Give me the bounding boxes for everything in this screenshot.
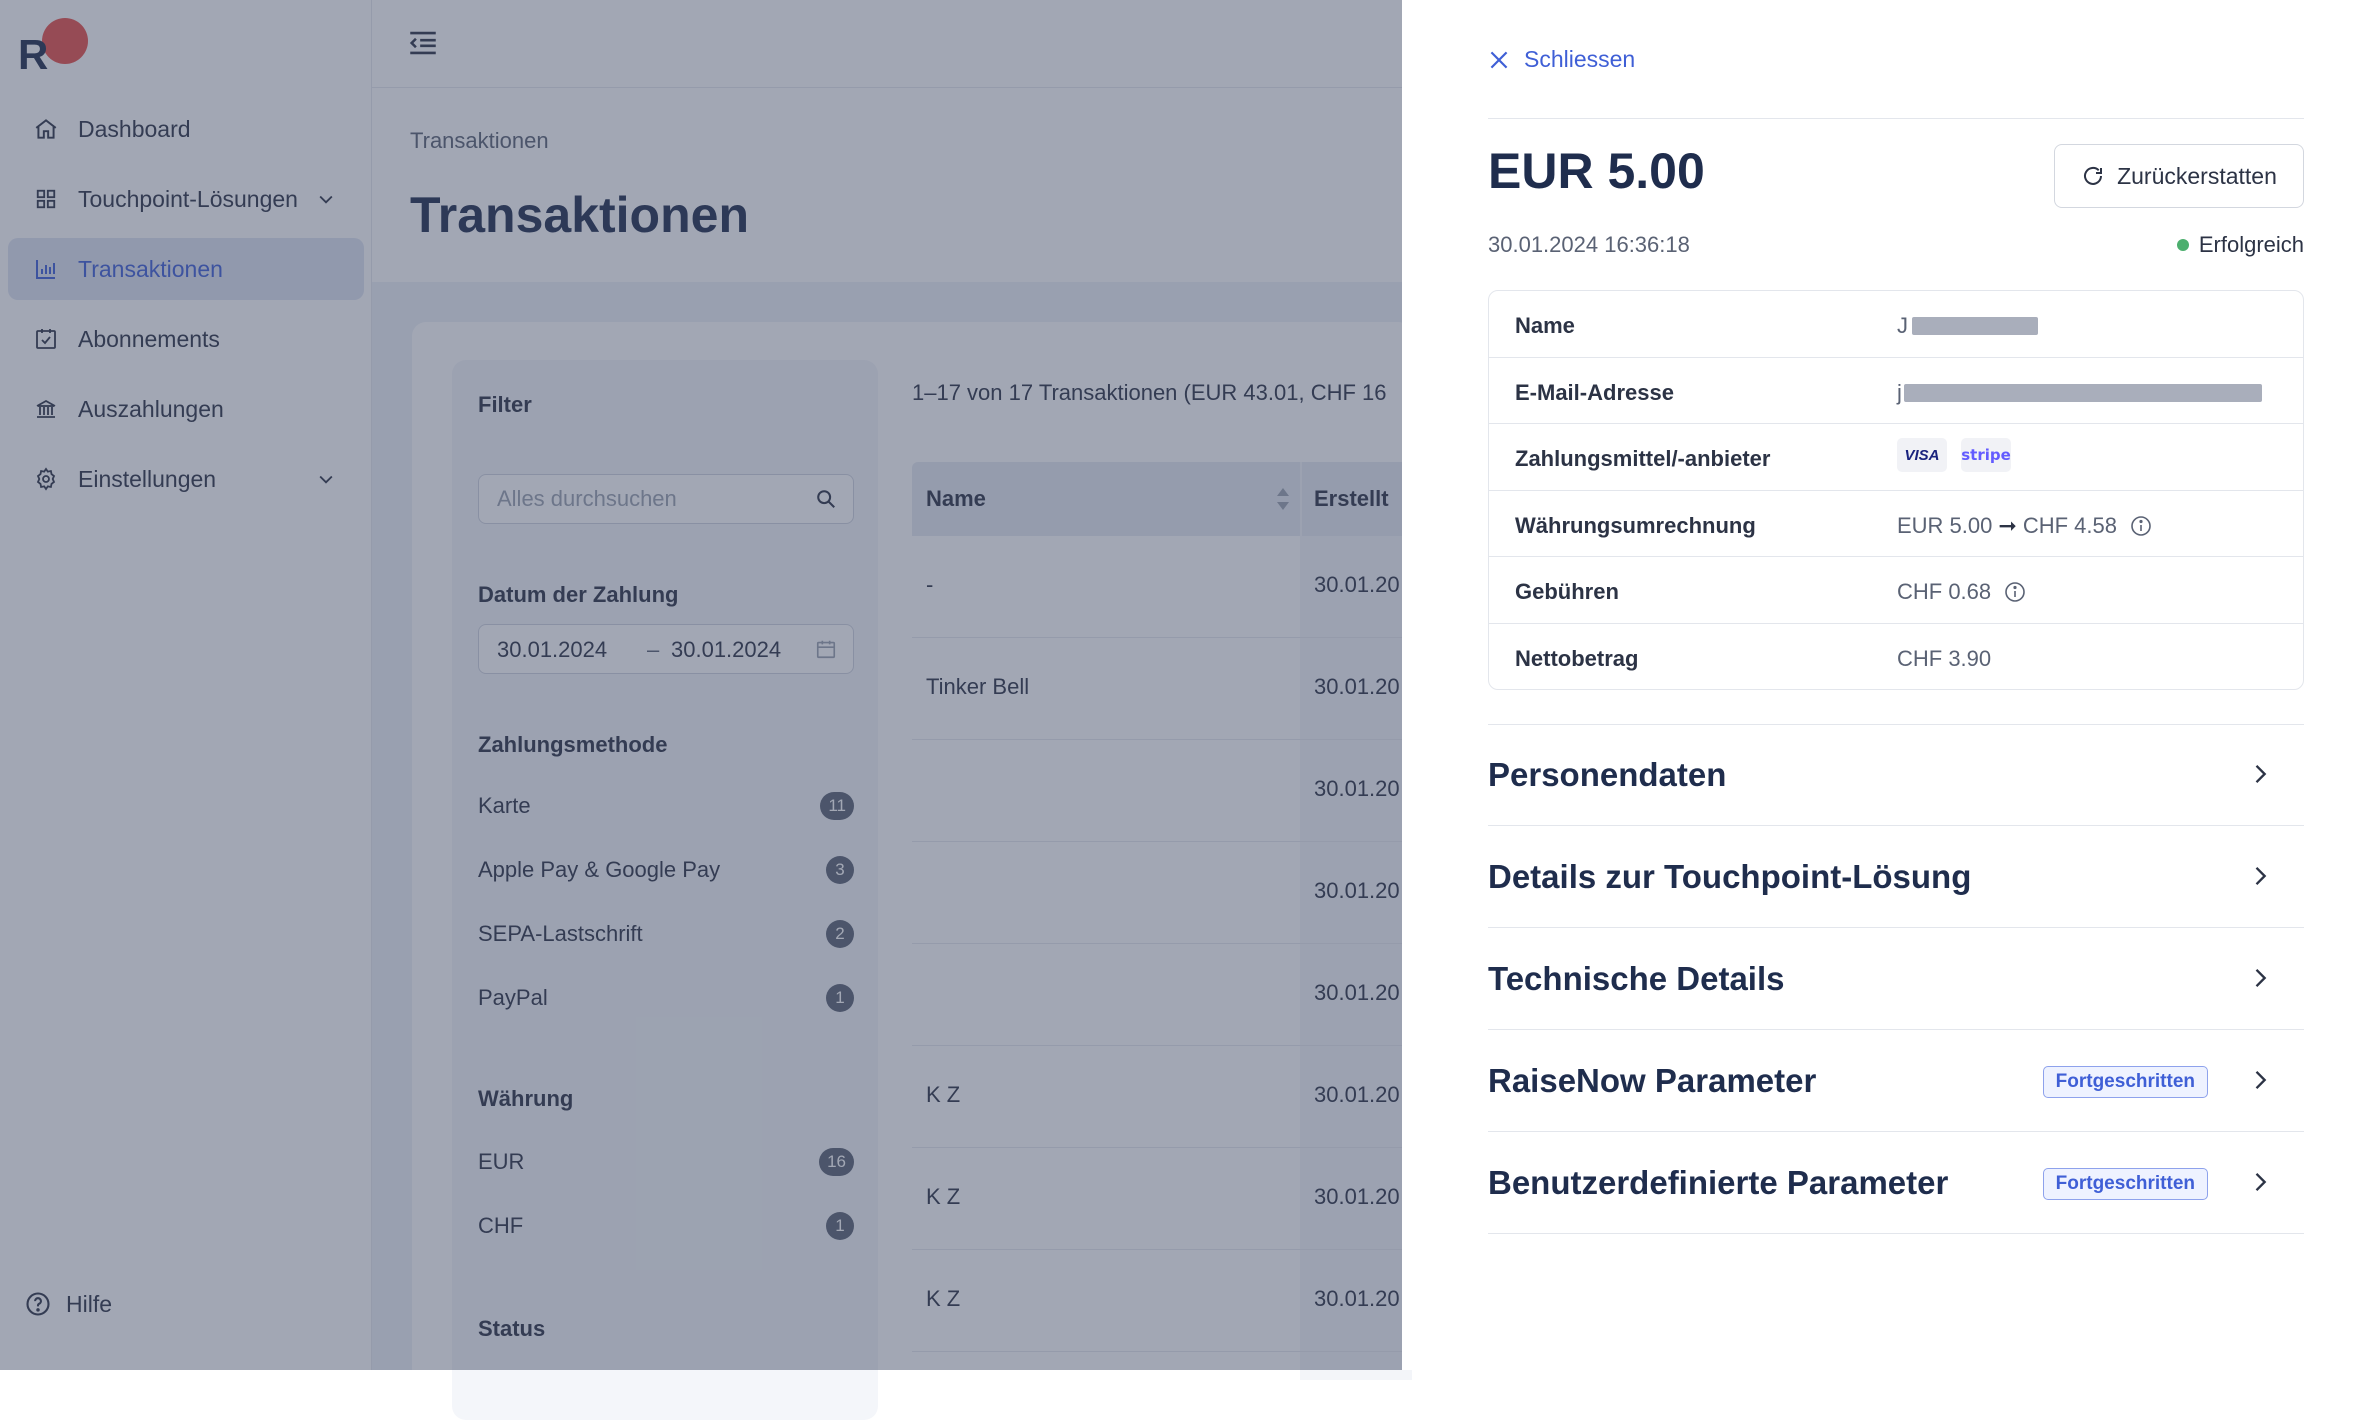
advanced-tag: Fortgeschritten: [2042, 1066, 2208, 1098]
accordion-label: Technische Details: [1488, 960, 1785, 997]
detail-key: Name: [1515, 313, 1575, 338]
detail-row-name: Name J: [1489, 291, 2303, 358]
accordion-custom-parameter[interactable]: Benutzerdefinierte Parameter Fortgeschri…: [1488, 1132, 2304, 1234]
transaction-details-table: Name J E-Mail-Adresse j Zahlungsmittel/-…: [1488, 290, 2304, 690]
refund-label: Zurückerstatten: [2117, 162, 2277, 189]
modal-backdrop[interactable]: [0, 0, 1402, 1370]
accordion-technical-details[interactable]: Technische Details: [1488, 928, 2304, 1030]
accordion-label: Benutzerdefinierte Parameter: [1488, 1164, 1949, 1201]
detail-key: Nettobetrag: [1515, 645, 1639, 671]
detail-value-name: J: [1897, 313, 2038, 339]
status-label: Erfolgreich: [2198, 232, 2304, 257]
detail-key: E-Mail-Adresse: [1515, 379, 1674, 405]
detail-key: Gebühren: [1515, 579, 1619, 604]
detail-row-payment: Zahlungsmittel/-anbieter VISA stripe: [1489, 424, 2303, 491]
detail-row-net-amount: Nettobetrag CHF 3.90: [1489, 624, 2303, 690]
detail-key: Zahlungsmittel/-anbieter: [1515, 446, 1771, 471]
name-visible-initial: J: [1897, 313, 1908, 338]
accordion-touchpoint-details[interactable]: Details zur Touchpoint-Lösung: [1488, 826, 2304, 928]
chevron-right-icon: [2246, 862, 2274, 890]
detail-value-net: CHF 3.90: [1897, 645, 1992, 671]
stripe-icon: stripe: [1961, 438, 2011, 472]
detail-key: Währungsumrechnung: [1515, 512, 1756, 538]
info-icon[interactable]: [2003, 580, 2027, 604]
detail-value-email: j: [1897, 380, 2262, 406]
detail-value-fees: CHF 0.68: [1897, 579, 2027, 605]
chevron-right-icon: [2246, 964, 2274, 992]
redacted-text: [1912, 317, 2038, 335]
info-icon[interactable]: [2129, 514, 2153, 538]
accordion-label: RaiseNow Parameter: [1488, 1062, 1817, 1099]
fees-value: CHF 0.68: [1897, 579, 1992, 604]
chevron-right-icon: [2246, 1168, 2274, 1196]
detail-row-fees: Gebühren CHF 0.68: [1489, 557, 2303, 624]
arrow-right-icon: ➞: [1998, 512, 2017, 538]
advanced-tag: Fortgeschritten: [2042, 1168, 2208, 1200]
close-label: Schliessen: [1524, 46, 1636, 72]
status-dot: [2176, 239, 2189, 251]
transaction-amount: EUR 5.00: [1488, 143, 1705, 199]
close-icon: [1486, 47, 1512, 73]
redacted-text: [1903, 383, 2262, 402]
close-button[interactable]: Schliessen: [1486, 46, 1635, 73]
status-badge: Erfolgreich: [2176, 232, 2304, 258]
transaction-detail-drawer: Schliessen EUR 5.00 Zurückerstatten 30.0…: [1402, 0, 2374, 1370]
email-visible-initial: j: [1897, 379, 1902, 405]
accordion-label: Personendaten: [1488, 756, 1727, 793]
detail-value-fx: EUR 5.00 ➞ CHF 4.58: [1897, 513, 2153, 539]
divider: [1488, 118, 2304, 119]
fx-from: EUR 5.00: [1897, 512, 1993, 538]
accordion-personendaten[interactable]: Personendaten: [1488, 724, 2304, 826]
refresh-icon: [2081, 164, 2105, 188]
detail-row-email: E-Mail-Adresse j: [1489, 358, 2303, 424]
accordion-label: Details zur Touchpoint-Lösung: [1488, 858, 1972, 895]
chevron-right-icon: [2246, 760, 2274, 788]
detail-value-payment: VISA stripe: [1897, 438, 2025, 472]
chevron-right-icon: [2246, 1066, 2274, 1094]
detail-row-currency-conversion: Währungsumrechnung EUR 5.00 ➞ CHF 4.58: [1489, 491, 2303, 557]
accordion-raisenow-parameter[interactable]: RaiseNow Parameter Fortgeschritten: [1488, 1030, 2304, 1132]
refund-button[interactable]: Zurückerstatten: [2054, 144, 2304, 208]
fx-to: CHF 4.58: [2022, 512, 2117, 538]
visa-icon: VISA: [1897, 438, 1947, 472]
transaction-datetime: 30.01.2024 16:36:18: [1488, 232, 1690, 257]
